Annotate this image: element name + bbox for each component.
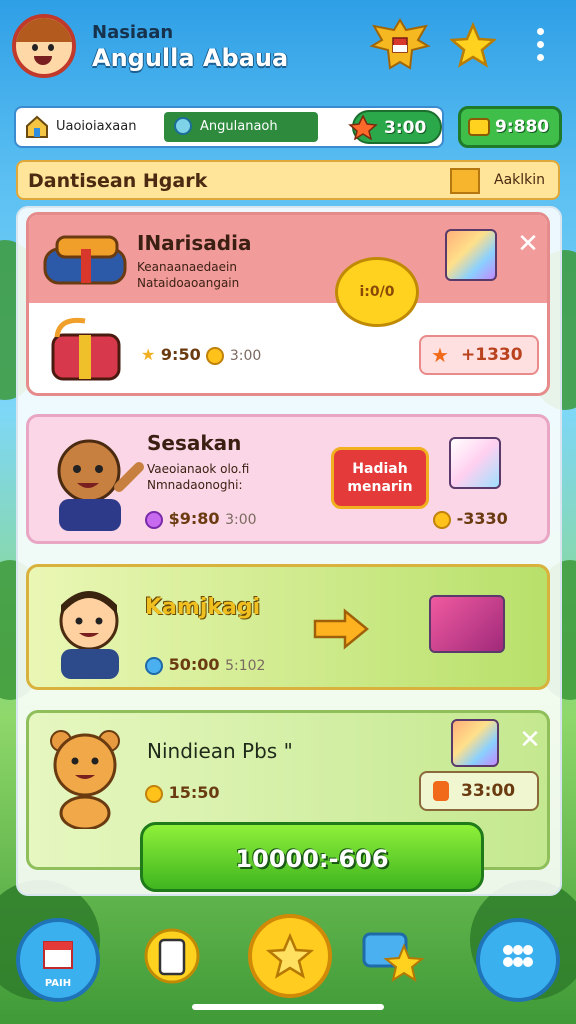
boy-character-icon [59, 591, 119, 679]
offer-4-reward[interactable]: 33:00 [419, 771, 539, 811]
offer-2-reward[interactable]: -3330 [433, 509, 508, 529]
purchase-button[interactable]: 10000:-606 [140, 822, 484, 892]
nav-home-label: PAIH [44, 978, 72, 989]
header-title: Angulla Abaua [92, 44, 289, 72]
offer-1-price: ★ 9:50 3:00 [141, 345, 262, 365]
scroll-bundle-icon [43, 235, 127, 285]
chat-star-icon[interactable] [360, 926, 425, 986]
offer-2-title: Sesakan [147, 431, 242, 455]
coin-count: 3:00 [384, 118, 427, 138]
nav-grid-button[interactable] [476, 918, 560, 1002]
grid-icon [503, 945, 533, 967]
offer-3-title: Kamjkagi [145, 595, 261, 620]
app-header: Nasiaan Angulla Abaua [0, 0, 576, 100]
gem-count: 9:880 [495, 117, 550, 137]
quest-title: Dantisean Hgark [28, 170, 208, 192]
offer-3-price: 50:00 5:102 [145, 655, 265, 675]
favorites-star-icon[interactable] [448, 21, 498, 68]
offer-4-title: Nindiean Pbs " [147, 739, 293, 763]
offer-card-3[interactable]: Kamjkagi 50:00 5:102 [26, 564, 550, 690]
chest-icon [51, 317, 121, 381]
home-icon[interactable] [24, 114, 50, 140]
home-indicator[interactable] [192, 1004, 384, 1010]
offer-2-desc: Vaeoianaok olo.fi Nmnadaonoghi: [147, 462, 250, 492]
offer-1-reward[interactable]: ★ +1330 [419, 335, 539, 375]
offer-1-desc: Keanaanaedaein Nataidoaoangain [137, 260, 240, 290]
player-avatar[interactable] [12, 14, 76, 78]
bear-character-icon [50, 730, 120, 829]
ticket-icon [468, 118, 490, 136]
offer-card-1[interactable]: INarisadia Keanaanaedaein Nataidoaoangai… [26, 212, 550, 396]
store-icon [43, 941, 73, 969]
gem-counter[interactable]: 9:880 [458, 106, 562, 148]
gift-label-badge: Hadiah menarin [331, 447, 429, 509]
chest-icon [450, 168, 480, 194]
tab-first[interactable]: Uaoioiaxaan [56, 119, 136, 134]
phone-icon[interactable] [140, 924, 204, 988]
menu-dots-icon[interactable] [530, 28, 550, 68]
dice-box-icon [449, 437, 501, 489]
nav-star-button[interactable] [248, 914, 332, 998]
coin-bag-icon: i:0/0 [335, 257, 419, 327]
quest-action[interactable]: Aaklkin [494, 172, 545, 188]
gift-box-icon [451, 719, 499, 767]
offer-4-price: 15:50 [145, 783, 220, 803]
offer-2-price: $9:80 3:00 [145, 509, 257, 529]
gift-box-icon [445, 229, 497, 281]
treasure-chest-icon [429, 595, 505, 653]
coin-counter[interactable]: 3:00 [348, 110, 442, 144]
tab-second-active[interactable]: Angulanaoh [164, 112, 318, 142]
star-icon [266, 932, 314, 979]
header-subtitle: Nasiaan [92, 22, 174, 43]
girl-character-icon [57, 439, 144, 531]
close-icon[interactable]: ✕ [515, 231, 541, 257]
coin-icon [348, 114, 378, 140]
globe-icon [174, 117, 192, 135]
arrow-right-icon [313, 608, 369, 650]
close-icon[interactable]: ✕ [517, 727, 543, 753]
nav-home-button[interactable]: PAIH [16, 918, 100, 1002]
offer-1-title: INarisadia [137, 231, 252, 255]
garuda-emblem-icon [366, 16, 434, 76]
quest-banner[interactable]: Dantisean Hgark Aaklkin [16, 160, 560, 200]
offer-card-2[interactable]: Sesakan Vaeoianaok olo.fi Nmnadaonoghi: … [26, 414, 550, 544]
tab-second-label: Angulanaoh [200, 119, 278, 134]
